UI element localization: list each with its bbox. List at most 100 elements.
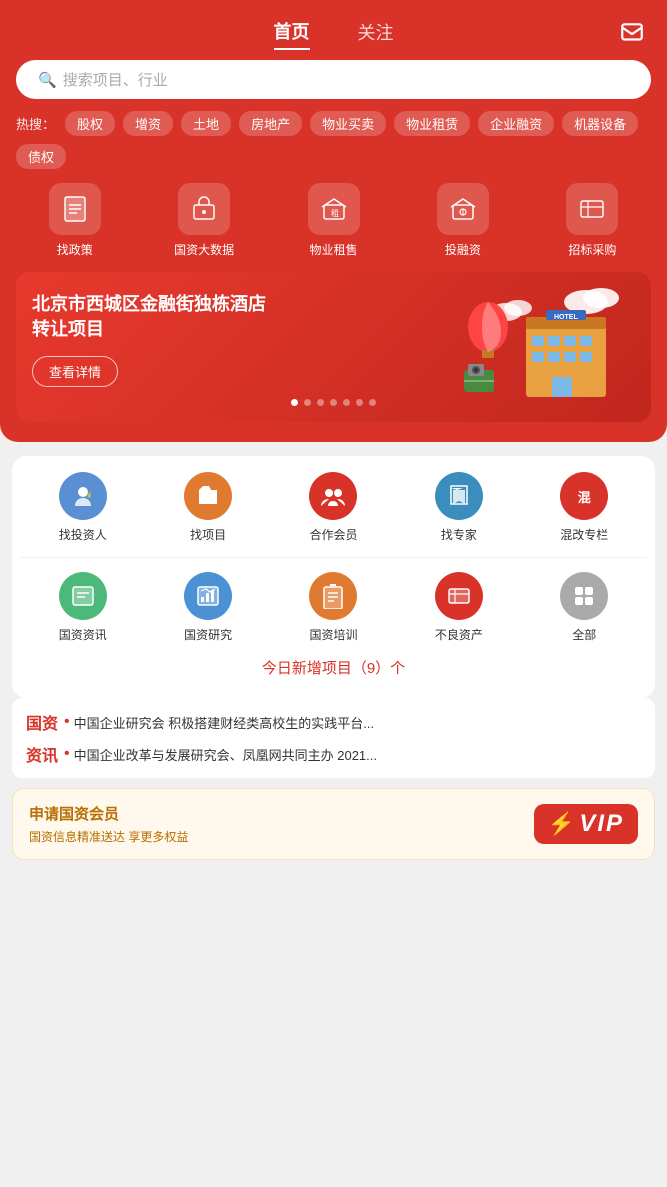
- nav-label-bid: 招标采购: [568, 241, 616, 258]
- service-research[interactable]: 国资研究: [145, 572, 270, 643]
- bullet-0: •: [64, 713, 70, 731]
- hot-tag-1[interactable]: 增资: [123, 111, 173, 136]
- hot-tag-4[interactable]: 物业买卖: [310, 111, 386, 136]
- search-icon: 🔍: [38, 71, 57, 89]
- service-reform-label: 混改专栏: [560, 526, 608, 543]
- investor-icon: ¥: [59, 472, 107, 520]
- nav-icons-row: 找政策 国资大数据 租: [10, 183, 657, 258]
- vip-subtitle: 国资信息精准送达 享更多权益: [29, 828, 188, 845]
- service-investor[interactable]: ¥ 找投资人: [20, 472, 145, 543]
- project-icon: [184, 472, 232, 520]
- nav-label-policy: 找政策: [57, 241, 93, 258]
- news-row-1: 资讯 • 中国企业改革与发展研究会、凤凰网共同主办 2021...: [26, 742, 641, 766]
- member-icon: [309, 472, 357, 520]
- nav-icon-invest[interactable]: 投融资: [398, 183, 527, 258]
- news-row-0: 国资 • 中国企业研究会 积极搭建财经类高校生的实践平台...: [26, 710, 641, 734]
- vip-title: 申请国资会员: [29, 803, 188, 824]
- service-bad-asset-label: 不良资产: [435, 626, 483, 643]
- news-tag-zixun: 资讯: [26, 742, 58, 766]
- dot-1: [304, 399, 311, 406]
- bullet-1: •: [64, 745, 70, 763]
- dot-2: [317, 399, 324, 406]
- service-section: ¥ 找投资人 找项目: [12, 456, 655, 698]
- hot-search: 热搜： 股权 增资 土地 房地产 物业买卖 物业租赁 企业融资 机器设备 债权: [16, 111, 651, 169]
- nav-icon-rent[interactable]: 租 物业租售: [269, 183, 398, 258]
- service-bad-asset[interactable]: 不良资产: [396, 572, 521, 643]
- service-reform[interactable]: 混 混改专栏: [522, 472, 647, 543]
- hot-tag-0[interactable]: 股权: [65, 111, 115, 136]
- divider: [20, 557, 647, 558]
- expert-icon: [435, 472, 483, 520]
- service-icons-row2: 国资资讯 国资研究: [20, 572, 647, 657]
- search-placeholder: 搜索项目、行业: [63, 69, 168, 90]
- search-bar[interactable]: 🔍 搜索项目、行业: [16, 60, 651, 99]
- service-project[interactable]: 找项目: [145, 472, 270, 543]
- tab-follow[interactable]: 关注: [358, 19, 394, 49]
- bad-asset-icon: [435, 572, 483, 620]
- banner-title: 北京市西城区金融街独栋酒店转让项目: [32, 292, 272, 342]
- vip-text: VIP: [579, 810, 624, 838]
- vip-banner[interactable]: 申请国资会员 国资信息精准送达 享更多权益 ⚡ VIP: [12, 788, 655, 860]
- hot-tag-5[interactable]: 物业租赁: [394, 111, 470, 136]
- nav-icon-data[interactable]: 国资大数据: [139, 183, 268, 258]
- nav-icon-bid[interactable]: 招标采购: [528, 183, 657, 258]
- reform-icon: 混: [560, 472, 608, 520]
- news-text-1[interactable]: 中国企业改革与发展研究会、凤凰网共同主办 2021...: [74, 745, 377, 764]
- news-section: 国资 • 中国企业研究会 积极搭建财经类高校生的实践平台... 资讯 • 中国企…: [12, 698, 655, 778]
- vip-left: 申请国资会员 国资信息精准送达 享更多权益: [29, 803, 188, 845]
- policy-icon: [49, 183, 101, 235]
- hot-tag-8[interactable]: 债权: [16, 144, 66, 169]
- service-icons-row1: ¥ 找投资人 找项目: [20, 472, 647, 557]
- hot-tag-6[interactable]: 企业融资: [478, 111, 554, 136]
- rent-icon: 租: [308, 183, 360, 235]
- service-investor-label: 找投资人: [59, 526, 107, 543]
- hot-tag-3[interactable]: 房地产: [239, 111, 302, 136]
- service-research-label: 国资研究: [184, 626, 232, 643]
- svg-text:¥: ¥: [86, 491, 92, 500]
- nav-label-invest: 投融资: [445, 241, 481, 258]
- service-news[interactable]: 国资资讯: [20, 572, 145, 643]
- nav-label-rent: 物业租售: [310, 241, 358, 258]
- news-icon: [59, 572, 107, 620]
- service-train-label: 国资培训: [309, 626, 357, 643]
- news-tag-guozi: 国资: [26, 710, 58, 734]
- nav-icon-policy[interactable]: 找政策: [10, 183, 139, 258]
- all-icon: [560, 572, 608, 620]
- hot-tag-2[interactable]: 土地: [181, 111, 231, 136]
- service-train[interactable]: 国资培训: [271, 572, 396, 643]
- service-expert[interactable]: 找专家: [396, 472, 521, 543]
- service-member-label: 合作会员: [309, 526, 357, 543]
- invest-icon: [437, 183, 489, 235]
- data-icon: [178, 183, 230, 235]
- service-news-label: 国资资讯: [59, 626, 107, 643]
- service-project-label: 找项目: [190, 526, 226, 543]
- service-all[interactable]: 全部: [522, 572, 647, 643]
- news-card: 国资 • 中国企业研究会 积极搭建财经类高校生的实践平台... 资讯 • 中国企…: [12, 698, 655, 778]
- news-text-0[interactable]: 中国企业研究会 积极搭建财经类高校生的实践平台...: [74, 713, 374, 732]
- dot-4: [343, 399, 350, 406]
- svg-text:HOTEL: HOTEL: [554, 314, 578, 321]
- svg-text:租: 租: [331, 209, 339, 218]
- dot-3: [330, 399, 337, 406]
- service-member[interactable]: 合作会员: [271, 472, 396, 543]
- dot-0: [291, 399, 298, 406]
- banner-illustration: HOTEL: [441, 272, 641, 422]
- service-expert-label: 找专家: [441, 526, 477, 543]
- service-all-label: 全部: [572, 626, 596, 643]
- banner: 北京市西城区金融街独栋酒店转让项目 查看详情 HOTEL: [16, 272, 651, 422]
- research-icon: [184, 572, 232, 620]
- vip-badge: ⚡ VIP: [534, 804, 638, 844]
- banner-btn[interactable]: 查看详情: [32, 356, 118, 387]
- train-icon: [309, 572, 357, 620]
- dot-6: [369, 399, 376, 406]
- message-icon[interactable]: [617, 18, 647, 48]
- tab-home[interactable]: 首页: [274, 18, 310, 50]
- bid-icon: [566, 183, 618, 235]
- nav-label-data: 国资大数据: [174, 241, 234, 258]
- hot-tag-7[interactable]: 机器设备: [562, 111, 638, 136]
- today-new-text: 今日新增项目（9）个: [20, 657, 647, 678]
- dot-5: [356, 399, 363, 406]
- lightning-icon: ⚡: [548, 811, 575, 837]
- tabs-row: 首页 关注: [0, 0, 667, 60]
- hot-search-label: 热搜：: [16, 114, 55, 133]
